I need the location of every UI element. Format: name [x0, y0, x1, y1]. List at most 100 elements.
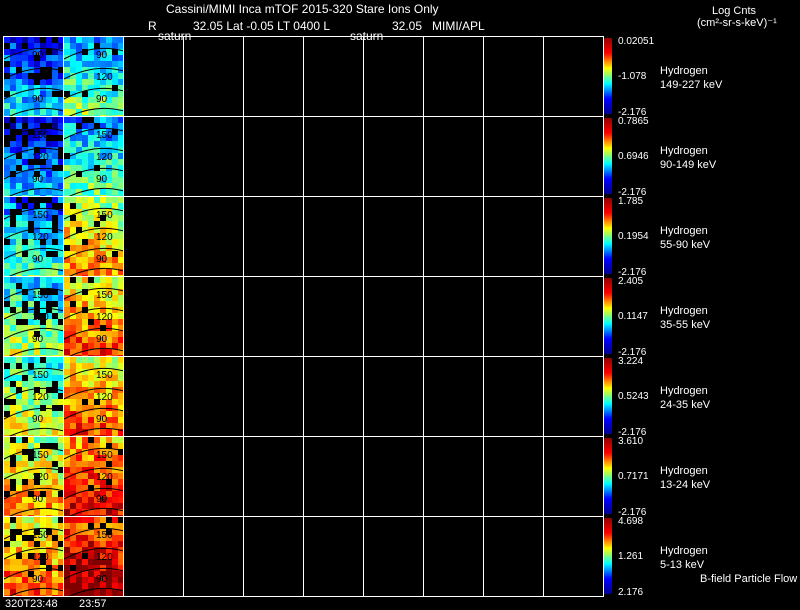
contour-label: 150	[32, 130, 49, 141]
contour-label: 120	[32, 552, 49, 563]
colorbar-mid-label: -1.078	[618, 71, 647, 82]
units-title: Log Cnts	[712, 5, 757, 17]
contour-label: 150	[32, 210, 49, 221]
panel-6-col-3	[123, 436, 184, 517]
panel-6-col-7	[363, 436, 424, 517]
panel-1-col-1: 90 120 90	[3, 36, 64, 117]
contour-label: 120	[32, 392, 49, 403]
colorbar-min-label: 2.176	[618, 587, 644, 598]
panel-5-col-3	[123, 356, 184, 437]
panel-5-col-5	[243, 356, 304, 437]
orbit-info: 32.05 Lat -0.05 LT 0400 L	[193, 19, 330, 33]
panel-4-col-10	[543, 276, 604, 357]
heatmap-image	[64, 357, 123, 436]
contour-label: 90	[96, 414, 108, 425]
footer-note: B-field Particle Flow	[700, 573, 798, 585]
contour-label: 120	[96, 152, 113, 163]
heatmap-image	[64, 197, 123, 276]
contour-label: 90	[96, 494, 108, 505]
energy-label: 24-35 keV	[660, 399, 711, 411]
panel-7-col-5	[243, 516, 304, 597]
colorbar-max-label: 0.7865	[618, 116, 649, 127]
contour-label: 150	[96, 130, 113, 141]
panel-3-col-3	[123, 196, 184, 277]
colorbar-mid-label: 0.1954	[618, 231, 649, 242]
panel-6-col-8	[423, 436, 484, 517]
panel-2-col-10	[543, 116, 604, 197]
colorbar-mid-label: 0.1147	[618, 311, 648, 322]
instrument-label: MIMI/APL	[432, 19, 485, 33]
heatmap-image	[64, 437, 123, 516]
heatmap-image	[64, 277, 123, 356]
heatmap-image	[64, 37, 123, 116]
contour-label: 120	[32, 72, 49, 83]
species-label: Hydrogen	[660, 145, 708, 157]
heatmap-image	[64, 117, 123, 196]
panel-1-col-7	[363, 36, 424, 117]
contour-label: 150	[96, 450, 113, 461]
contour-label: 150	[96, 530, 113, 541]
contour-label: 150	[32, 530, 49, 541]
colorbar-5	[604, 358, 612, 434]
panel-1-col-10	[543, 36, 604, 117]
colorbar-mid-label: 0.6946	[618, 151, 649, 162]
contour-label: 120	[96, 312, 113, 323]
panel-5-col-10	[543, 356, 604, 437]
energy-label: 90-149 keV	[660, 159, 717, 171]
panel-7-col-7	[363, 516, 424, 597]
contour-label: 90	[96, 334, 108, 345]
panel-1-col-5	[243, 36, 304, 117]
time-label-1: 320T23:48	[5, 598, 58, 610]
l-value: 32.05	[392, 19, 423, 33]
panel-1-col-9	[483, 36, 544, 117]
panel-6-col-4	[183, 436, 244, 517]
energy-label: 5-13 keV	[660, 559, 705, 571]
panel-1-col-6	[303, 36, 364, 117]
contour-label: 90	[32, 94, 44, 105]
colorbar-6	[604, 438, 612, 514]
contour-label: 90	[32, 334, 44, 345]
species-label: Hydrogen	[660, 65, 708, 77]
contour-label: 150	[96, 370, 113, 381]
contour-label: 120	[96, 232, 113, 243]
colorbar-mid-label: 0.5243	[618, 391, 649, 402]
panel-1-col-8	[423, 36, 484, 117]
colorbar-max-label: 1.785	[618, 196, 644, 207]
panel-7-col-1: 150 120 90	[3, 516, 64, 597]
chart-title: Cassini/MIMI Inca mTOF 2015-320 Stare Io…	[166, 2, 439, 16]
panel-6-col-10	[543, 436, 604, 517]
panel-2-col-6	[303, 116, 364, 197]
panel-3-col-4	[183, 196, 244, 277]
contour-label: 120	[96, 552, 113, 563]
contour-label: 150	[96, 290, 113, 301]
contour-label: 120	[32, 232, 49, 243]
contour-label: 90	[32, 174, 44, 185]
panel-6-col-1: 150 120 90	[3, 436, 64, 517]
panel-3-col-2: 150 120 90	[63, 196, 124, 277]
panel-6-col-9	[483, 436, 544, 517]
panel-3-col-10	[543, 196, 604, 277]
colorbar-max-label: 2.405	[618, 276, 644, 287]
contour-label: 120	[32, 152, 49, 163]
panel-3-col-8	[423, 196, 484, 277]
panel-4-col-1: 150 120 90	[3, 276, 64, 357]
colorbar-mid-label: 0.7171	[618, 471, 649, 482]
panel-2-col-4	[183, 116, 244, 197]
panel-4-col-9	[483, 276, 544, 357]
panel-6-col-5	[243, 436, 304, 517]
panel-4-col-5	[243, 276, 304, 357]
energy-label: 13-24 keV	[660, 479, 711, 491]
panel-2-col-7	[363, 116, 424, 197]
panel-7-col-9	[483, 516, 544, 597]
contour-label: 150	[32, 450, 49, 461]
colorbar-3	[604, 198, 612, 274]
panel-5-col-7	[363, 356, 424, 437]
energy-label: 35-55 keV	[660, 319, 711, 331]
panel-7-col-8	[423, 516, 484, 597]
contour-label: 120	[96, 72, 113, 83]
contour-label: 120	[96, 472, 113, 483]
panel-4-col-6	[303, 276, 364, 357]
panel-3-col-1: 150 120 90	[3, 196, 64, 277]
colorbar-max-label: 3.224	[618, 356, 644, 367]
panel-6-col-6	[303, 436, 364, 517]
